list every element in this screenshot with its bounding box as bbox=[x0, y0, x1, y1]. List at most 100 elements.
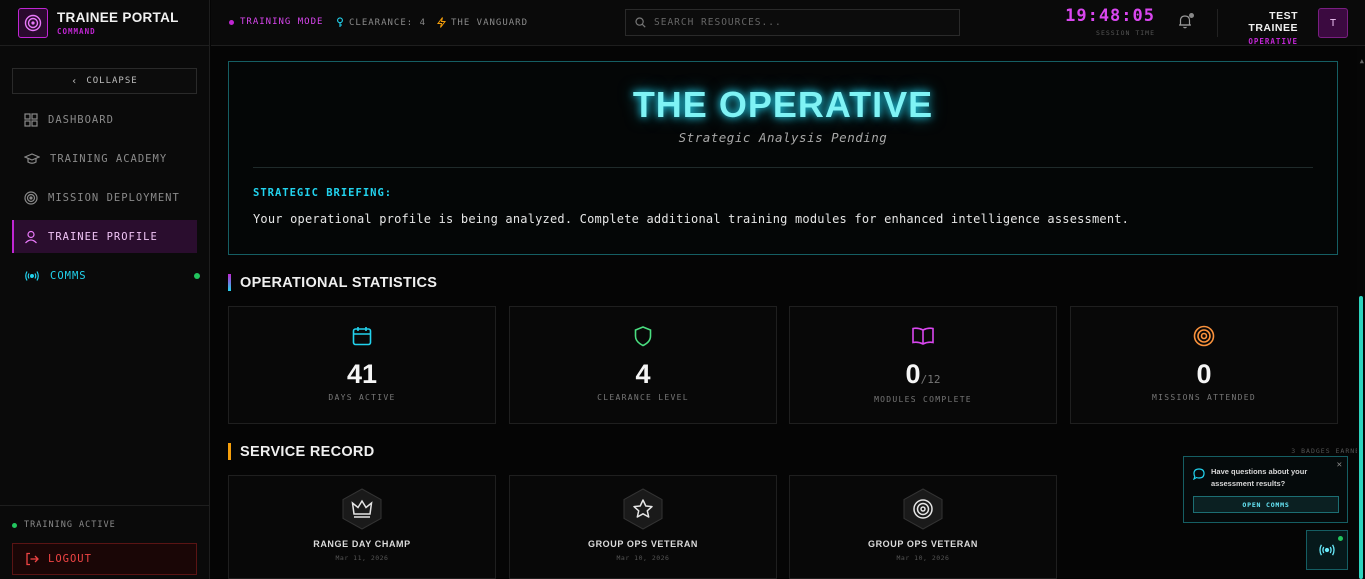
stat-label: CLEARANCE LEVEL bbox=[597, 393, 689, 402]
crown-icon bbox=[342, 488, 382, 530]
stat-value: 0/12 bbox=[790, 359, 1056, 390]
collapse-button[interactable]: ‹ COLLAPSE bbox=[12, 68, 197, 94]
badge-name: GROUP OPS VETERAN bbox=[587, 539, 699, 549]
stat-card-missions-attended: 0 MISSIONS ATTENDED bbox=[1070, 306, 1338, 424]
header-divider bbox=[1217, 9, 1218, 37]
logout-icon bbox=[26, 552, 39, 566]
badges-earned-count: 3 BADGES EARNED bbox=[1291, 447, 1365, 455]
section-title-statistics: OPERATIONAL STATISTICS bbox=[228, 274, 437, 291]
sidebar-item-comms[interactable]: COMMS bbox=[12, 259, 200, 292]
lightning-icon bbox=[437, 17, 446, 28]
sidebar-item-mission-deployment[interactable]: MISSION DEPLOYMENT bbox=[12, 181, 197, 214]
search-input[interactable] bbox=[654, 17, 944, 28]
badge-date: Mar 10, 2026 bbox=[896, 554, 950, 562]
online-indicator bbox=[194, 272, 200, 279]
shield-icon bbox=[634, 326, 652, 347]
notification-dot bbox=[1189, 13, 1194, 18]
logout-button[interactable]: LOGOUT bbox=[12, 543, 197, 575]
user-icon bbox=[25, 230, 37, 243]
radio-icon bbox=[1319, 544, 1335, 556]
stat-value: 4 bbox=[635, 359, 651, 389]
section-title-service-record: SERVICE RECORD bbox=[228, 443, 374, 460]
close-icon[interactable]: ✕ bbox=[1337, 460, 1342, 470]
user-role: OPERATIVE bbox=[1248, 37, 1298, 46]
sidebar-item-label: TRAINING ACADEMY bbox=[50, 152, 168, 165]
open-comms-button[interactable]: OPEN COMMS bbox=[1193, 496, 1339, 513]
target-logo-icon bbox=[18, 7, 48, 38]
graduation-cap-icon bbox=[24, 152, 40, 164]
badge-date: Mar 11, 2026 bbox=[335, 554, 389, 562]
training-mode-indicator: TRAINING MODE bbox=[229, 17, 323, 27]
scrollbar-thumb[interactable] bbox=[1359, 296, 1363, 579]
search-icon bbox=[635, 17, 646, 28]
brand-subtitle: COMMAND bbox=[57, 26, 96, 36]
chevron-left-icon: ‹ bbox=[71, 75, 79, 87]
clearance-label: CLEARANCE: 4 bbox=[349, 17, 427, 28]
star-icon bbox=[623, 488, 663, 530]
online-indicator bbox=[1338, 536, 1343, 541]
help-popup: ✕ Have questions about your assessment r… bbox=[1183, 456, 1348, 523]
stat-card-days-active: 41 DAYS ACTIVE bbox=[228, 306, 496, 424]
badge-date: Mar 10, 2026 bbox=[616, 554, 670, 562]
session-time-label: SESSION TIME bbox=[1096, 29, 1155, 37]
section-title-text: OPERATIONAL STATISTICS bbox=[240, 274, 438, 291]
stat-card-clearance-level: 4 CLEARANCE LEVEL bbox=[509, 306, 777, 424]
badge-name: RANGE DAY CHAMP bbox=[313, 539, 411, 549]
sidebar-nav: DASHBOARD TRAINING ACADEMY MISSION DEPLO… bbox=[12, 103, 200, 298]
top-header: TRAINING MODE CLEARANCE: 4 THE VANGUARD … bbox=[211, 0, 1365, 46]
group-indicator: THE VANGUARD bbox=[437, 17, 528, 28]
book-icon bbox=[912, 327, 934, 345]
section-accent-bar bbox=[228, 443, 231, 460]
scroll-up-arrow-icon[interactable]: ▲ bbox=[1360, 57, 1364, 65]
sidebar-item-dashboard[interactable]: DASHBOARD bbox=[12, 103, 197, 136]
badge-card[interactable]: RANGE DAY CHAMP Mar 11, 2026 bbox=[228, 475, 496, 579]
training-mode-label: TRAINING MODE bbox=[240, 17, 324, 27]
briefing-label: STRATEGIC BRIEFING: bbox=[253, 187, 393, 199]
target-icon bbox=[903, 488, 943, 530]
target-icon bbox=[1193, 325, 1215, 347]
grid-icon bbox=[24, 112, 38, 127]
section-accent-bar bbox=[228, 274, 231, 291]
session-time: 19:48:05 bbox=[1065, 6, 1155, 26]
help-text: Have questions about your assessment res… bbox=[1211, 467, 1308, 488]
mode-dot bbox=[229, 19, 234, 25]
stat-label: DAYS ACTIVE bbox=[328, 393, 396, 402]
sidebar-footer: TRAINING ACTIVE LOGOUT bbox=[0, 505, 210, 579]
target-icon bbox=[24, 190, 38, 205]
sidebar-item-trainee-profile[interactable]: TRAINEE PROFILE bbox=[12, 220, 197, 253]
chat-bubble-icon bbox=[1193, 468, 1205, 480]
stat-label: MODULES COMPLETE bbox=[874, 395, 972, 404]
sidebar-item-label: DASHBOARD bbox=[48, 113, 114, 126]
radio-icon bbox=[25, 270, 39, 281]
stat-value: 41 bbox=[346, 359, 378, 389]
stat-value: 0 bbox=[1196, 359, 1212, 389]
notifications-button[interactable] bbox=[1178, 13, 1194, 33]
comms-fab-button[interactable] bbox=[1306, 530, 1348, 570]
sidebar-item-label: COMMS bbox=[50, 269, 87, 282]
operative-profile-card: THE OPERATIVE Strategic Analysis Pending… bbox=[228, 61, 1338, 255]
user-info[interactable]: TEST TRAINEE OPERATIVE bbox=[1230, 10, 1298, 46]
search-bar[interactable] bbox=[625, 9, 960, 36]
section-title-text: SERVICE RECORD bbox=[240, 443, 375, 460]
sidebar: TRAINEE PORTAL COMMAND ‹ COLLAPSE DASHBO… bbox=[0, 0, 210, 579]
avatar[interactable]: T bbox=[1318, 8, 1348, 38]
training-status: TRAINING ACTIVE bbox=[12, 520, 116, 530]
stat-value-number: 0 bbox=[905, 359, 921, 389]
brand-title: TRAINEE PORTAL bbox=[57, 9, 179, 25]
group-label: THE VANGUARD bbox=[451, 17, 529, 28]
sidebar-item-training-academy[interactable]: TRAINING ACADEMY bbox=[12, 142, 197, 175]
stat-card-modules-complete: 0/12 MODULES COMPLETE bbox=[789, 306, 1057, 424]
collapse-label: COLLAPSE bbox=[86, 76, 138, 86]
sidebar-item-label: MISSION DEPLOYMENT bbox=[48, 191, 180, 204]
brand: TRAINEE PORTAL COMMAND bbox=[0, 0, 209, 46]
badge-name: GROUP OPS VETERAN bbox=[867, 539, 979, 549]
badge-card[interactable]: GROUP OPS VETERAN Mar 10, 2026 bbox=[509, 475, 777, 579]
session-clock: 19:48:05 SESSION TIME bbox=[1060, 6, 1155, 37]
profile-title: THE OPERATIVE bbox=[632, 84, 934, 125]
clearance-indicator: CLEARANCE: 4 bbox=[336, 17, 426, 28]
status-dot bbox=[12, 522, 17, 528]
key-icon bbox=[337, 17, 343, 27]
badge-card[interactable]: GROUP OPS VETERAN Mar 10, 2026 bbox=[789, 475, 1057, 579]
briefing-text: Your operational profile is being analyz… bbox=[253, 212, 1130, 226]
sidebar-item-label: TRAINEE PROFILE bbox=[48, 230, 158, 243]
